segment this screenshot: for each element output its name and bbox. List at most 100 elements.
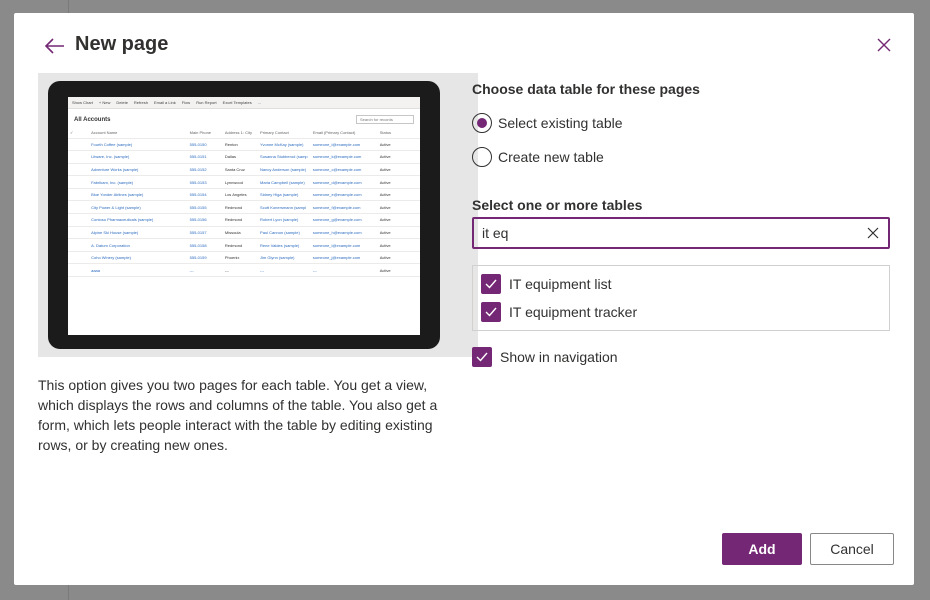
clear-search-button[interactable] bbox=[858, 219, 888, 247]
clear-icon bbox=[867, 227, 879, 239]
preview-cell: 555-0150 bbox=[187, 138, 223, 152]
preview-cell: --- bbox=[187, 263, 223, 278]
checkbox-checked bbox=[481, 274, 501, 294]
preview-toolbar: Show Chart + New Delete Refresh Email a … bbox=[68, 97, 420, 109]
radio-select-existing-table[interactable]: Select existing table bbox=[472, 113, 623, 133]
preview-cell: someone_i@example.com bbox=[310, 238, 378, 252]
preview-cell: someone_j@example.com bbox=[310, 251, 378, 265]
radio-create-new-table[interactable]: Create new table bbox=[472, 147, 604, 167]
preview-cell: City Power & Light (sample) bbox=[89, 200, 188, 215]
preview-row-spacer bbox=[68, 175, 90, 189]
preview-row-spacer bbox=[68, 213, 90, 227]
preview-row: Adventure Works (sample) 555-0152 Santa Cr… bbox=[68, 163, 420, 177]
preview-cell: someone_f@example.com bbox=[310, 200, 378, 215]
preview-cell: someone_c@example.com bbox=[310, 163, 378, 177]
preview-grid: ✓ Account Name Main Phone Address 1: City Pr… bbox=[68, 128, 420, 278]
preview-cell: someone_h@example.com bbox=[310, 226, 378, 240]
result-item-it-equipment-tracker[interactable]: IT equipment tracker bbox=[481, 302, 637, 322]
preview-cell: Redmond bbox=[222, 200, 259, 215]
preview-cell: Fabrikam, Inc. (sample) bbox=[89, 175, 188, 189]
preview-cell: Missoula bbox=[222, 226, 259, 240]
preview-cell: Active bbox=[377, 238, 420, 252]
back-button[interactable] bbox=[44, 35, 66, 57]
tablet-frame: Show Chart + New Delete Refresh Email a … bbox=[48, 81, 440, 349]
tables-label: Select one or more tables bbox=[472, 197, 643, 213]
new-page-dialog: New page Show Chart + New Delete Refresh… bbox=[14, 13, 914, 585]
preview-cell: Blue Yonder Airlines (sample) bbox=[89, 188, 188, 202]
preview-cell: Active bbox=[377, 175, 420, 189]
preview-cell: Robert Lyon (sample) bbox=[258, 213, 311, 227]
preview-cell: someone_i@example.com bbox=[310, 138, 378, 152]
preview-column-header: Account Name bbox=[89, 128, 188, 139]
result-item-label: IT equipment tracker bbox=[509, 304, 638, 320]
checkbox-checked bbox=[481, 302, 501, 322]
preview-row-spacer bbox=[68, 150, 90, 164]
preview-toolbar-item: Run Report bbox=[196, 100, 217, 105]
result-item-it-equipment-list[interactable]: IT equipment list bbox=[481, 274, 611, 294]
preview-cell: 555-0152 bbox=[187, 163, 223, 177]
radio-indicator bbox=[472, 147, 492, 167]
table-search-input[interactable] bbox=[474, 219, 858, 247]
preview-header-row: ✓ Account Name Main Phone Address 1: City Pr… bbox=[68, 128, 420, 139]
preview-cell: A. Datum Corporation bbox=[89, 238, 188, 252]
table-results-list: IT equipment list IT equipment tracker bbox=[472, 265, 890, 331]
preview-cell: Paul Cannon (sample) bbox=[258, 226, 311, 240]
preview-row: Contoso Pharmaceuticals (sample) 555-0156… bbox=[68, 213, 420, 227]
show-in-navigation-checkbox[interactable]: Show in navigation bbox=[472, 347, 618, 367]
preview-view-title: All Accounts bbox=[74, 116, 111, 123]
preview-cell: Sidney Higa (sample) bbox=[258, 188, 311, 202]
preview-toolbar-item: Delete bbox=[116, 100, 128, 105]
preview-select-all-icon: ✓ bbox=[68, 128, 90, 139]
preview-cell: Active bbox=[377, 150, 420, 164]
preview-cell: someone_g@example.com bbox=[310, 213, 378, 227]
preview-cell: Nancy Anderson (sample) bbox=[258, 163, 311, 177]
preview-row: Blue Yonder Airlines (sample) 555-0154 Los… bbox=[68, 188, 420, 202]
preview-cell: Maria Campbell (sample) bbox=[258, 175, 311, 189]
preview-row-spacer bbox=[68, 226, 90, 240]
add-button[interactable]: Add bbox=[722, 533, 802, 565]
preview-row: aaaa --- --- --- --- Active bbox=[68, 263, 420, 278]
preview-toolbar-item: Excel Templates bbox=[222, 100, 252, 105]
tablet-screen: Show Chart + New Delete Refresh Email a … bbox=[68, 97, 420, 335]
preview-cell: 555-0157 bbox=[187, 226, 223, 240]
preview-cell: 555-0153 bbox=[187, 175, 223, 189]
preview-cell: 555-0155 bbox=[187, 200, 223, 215]
preview-row-spacer bbox=[68, 138, 90, 152]
preview-toolbar-item: Refresh bbox=[133, 100, 148, 105]
preview-cell: Jim Glynn (sample) bbox=[258, 251, 311, 265]
preview-cell: Redmond bbox=[222, 238, 259, 252]
preview-cell: --- bbox=[310, 263, 378, 278]
close-icon bbox=[877, 38, 891, 52]
preview-search: Search for records bbox=[356, 115, 414, 124]
close-button[interactable] bbox=[874, 35, 894, 55]
preview-row-spacer bbox=[68, 251, 90, 265]
preview-cell: 555-0151 bbox=[187, 150, 223, 164]
preview-image: Show Chart + New Delete Refresh Email a … bbox=[38, 73, 478, 357]
preview-cell: Los Angeles bbox=[222, 188, 259, 202]
preview-toolbar-item: ... bbox=[257, 100, 262, 105]
preview-row: City Power & Light (sample) 555-0155 Redmo… bbox=[68, 200, 420, 215]
preview-cell: Active bbox=[377, 213, 420, 227]
preview-row-spacer bbox=[68, 200, 90, 215]
cancel-button[interactable]: Cancel bbox=[810, 533, 894, 565]
preview-row: Alpine Ski House (sample) 555-0157 Missoul… bbox=[68, 226, 420, 240]
preview-cell: Redmond bbox=[222, 213, 259, 227]
preview-cell: Alpine Ski House (sample) bbox=[89, 226, 188, 240]
result-item-label: IT equipment list bbox=[509, 276, 612, 292]
preview-cell: Fourth Coffee (sample) bbox=[89, 138, 188, 152]
preview-cell: someone_d@example.com bbox=[310, 175, 378, 189]
table-search-box bbox=[472, 217, 890, 249]
arrow-left-icon bbox=[45, 38, 64, 54]
preview-cell: Contoso Pharmaceuticals (sample) bbox=[89, 213, 188, 227]
preview-cell: --- bbox=[258, 263, 311, 278]
preview-cell: Litware, Inc. (sample) bbox=[89, 150, 188, 164]
show-in-navigation-label: Show in navigation bbox=[500, 349, 618, 365]
preview-row-spacer bbox=[68, 188, 90, 202]
preview-cell: Renton bbox=[222, 138, 259, 152]
preview-cell: Rene Valdes (sample) bbox=[258, 238, 311, 252]
preview-cell: Lynnwood bbox=[222, 175, 259, 189]
preview-toolbar-item: Show Chart bbox=[72, 100, 93, 105]
preview-cell: Yvonne McKay (sample) bbox=[258, 138, 311, 152]
preview-cell: Phoenix bbox=[222, 251, 259, 265]
checkbox-checked bbox=[472, 347, 492, 367]
